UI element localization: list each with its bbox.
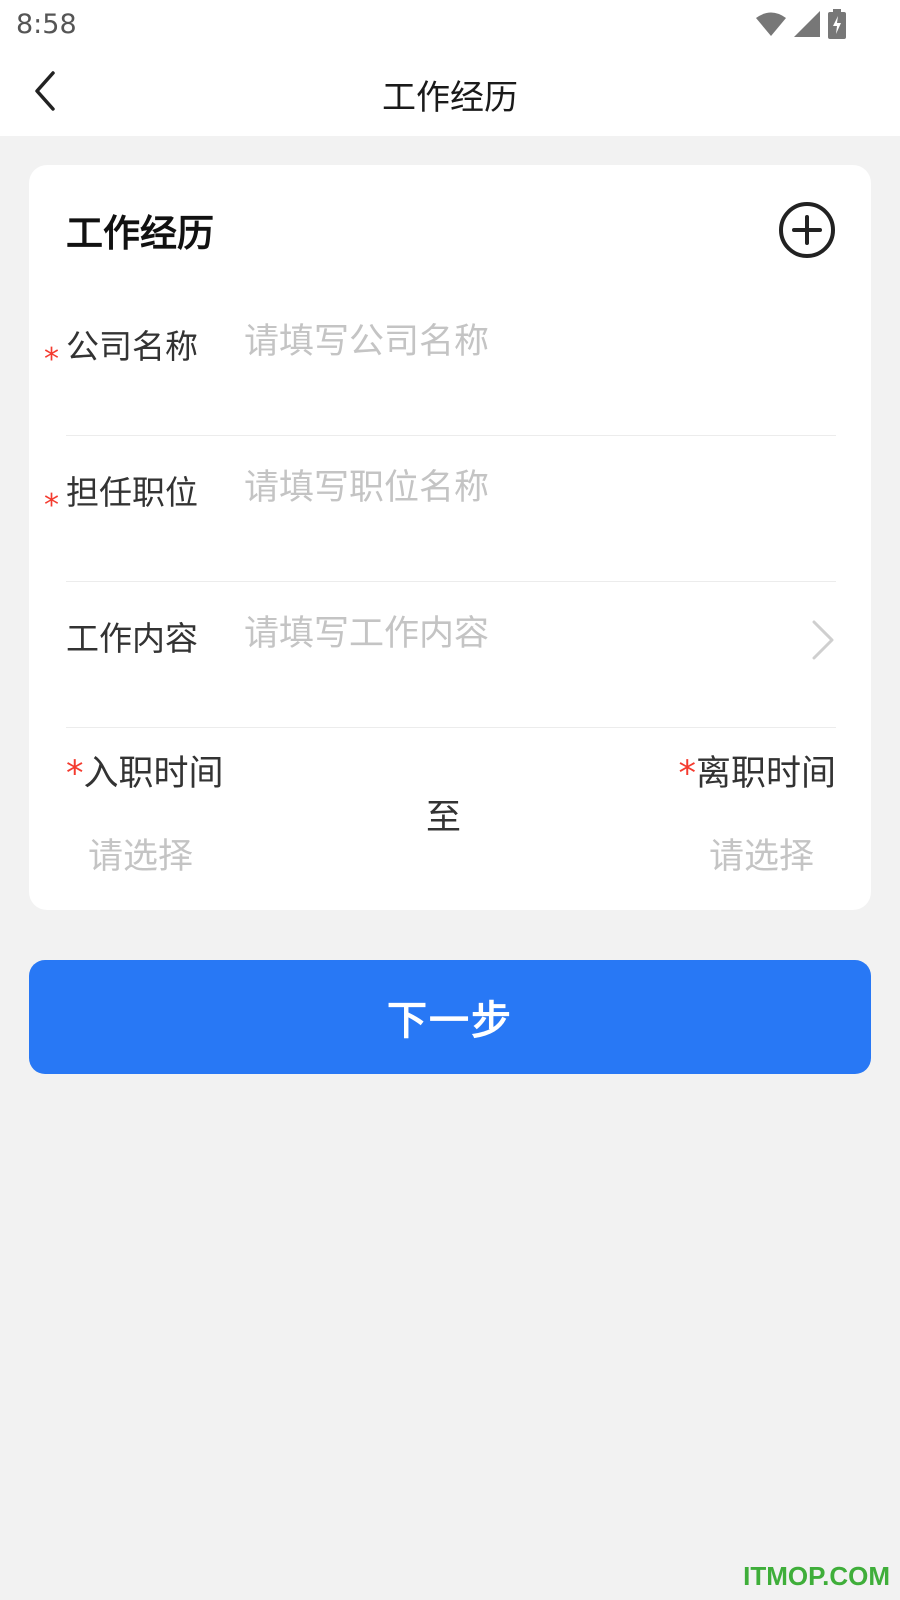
company-name-label: 公司名称 <box>66 327 198 366</box>
required-mark: * <box>44 488 59 523</box>
status-time: 8:58 <box>16 9 77 40</box>
start-date-group: *入职时间 请选择 <box>66 745 266 879</box>
chevron-right-icon <box>810 618 836 662</box>
next-step-button[interactable]: 下一步 <box>29 960 871 1074</box>
battery-charging-icon <box>828 9 846 39</box>
date-separator: 至 <box>426 798 462 838</box>
position-row: * 担任职位 <box>44 436 836 582</box>
end-date-picker[interactable]: 请选择 <box>636 828 836 879</box>
end-date-label-text: 离职时间 <box>695 754 836 794</box>
company-name-input[interactable] <box>244 316 804 368</box>
page-title: 工作经历 <box>382 78 518 118</box>
end-date-group: *离职时间 请选择 <box>636 745 836 879</box>
status-bar: 8:58 <box>0 0 900 50</box>
required-mark: * <box>678 754 696 794</box>
required-mark: * <box>66 754 84 794</box>
status-icons <box>756 9 846 39</box>
position-input[interactable] <box>244 462 804 514</box>
watermark: ITMOP.COM <box>743 1561 890 1591</box>
plus-circle-icon <box>777 202 837 264</box>
start-date-label-text: 入职时间 <box>83 754 224 794</box>
employment-dates: *入职时间 请选择 至 *离职时间 请选择 <box>66 745 836 895</box>
company-name-row: * 公司名称 <box>44 290 836 436</box>
start-date-label: *入职时间 <box>66 745 266 796</box>
signal-icon <box>794 11 820 37</box>
card-title: 工作经历 <box>66 212 214 255</box>
work-content-row[interactable]: 工作内容 <box>66 582 836 728</box>
position-label: 担任职位 <box>66 473 198 512</box>
wifi-icon <box>756 11 786 37</box>
start-date-picker[interactable]: 请选择 <box>66 828 266 879</box>
nav-bar: 工作经历 <box>0 50 900 136</box>
add-experience-button[interactable] <box>777 200 837 260</box>
work-content-label: 工作内容 <box>66 619 198 658</box>
required-mark: * <box>44 342 59 377</box>
work-content-input[interactable] <box>244 608 804 660</box>
end-date-label: *离职时间 <box>636 745 836 796</box>
work-experience-card: 工作经历 * 公司名称 * 担任职位 工作内容 *入职时间 请选择 至 <box>29 165 871 910</box>
